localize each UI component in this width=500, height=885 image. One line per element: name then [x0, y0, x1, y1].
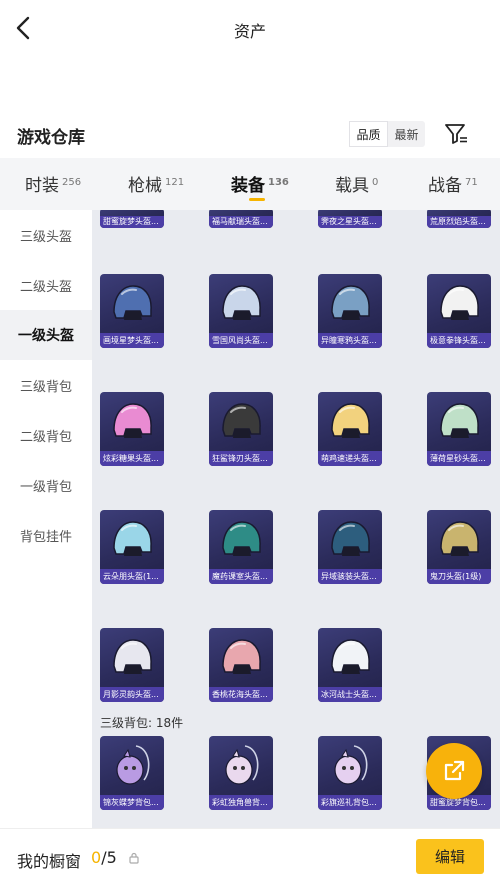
item-label: 月影灵韵头盔...: [100, 687, 164, 702]
sub-heading: 三级背包: 18件: [100, 716, 184, 730]
helmet-icon: [222, 403, 261, 438]
sidebar-item-level2-helmet[interactable]: 二级头盔: [0, 260, 92, 310]
item-card[interactable]: 冰河战士头盔...: [318, 628, 382, 702]
wardrobe-count: 0/5: [91, 848, 117, 867]
item-label: 冰河战士头盔...: [318, 687, 382, 702]
tab-guns[interactable]: 枪械 121: [128, 171, 184, 196]
helmet-icon: [440, 403, 479, 438]
sidebar-item-level3-helmet[interactable]: 三级头盔: [0, 210, 92, 260]
item-card[interactable]: 炫彩糖果头盔...: [100, 392, 164, 466]
share-icon: [444, 760, 465, 781]
item-card[interactable]: 彩虹独角兽背...: [209, 736, 273, 810]
section-title: 游戏仓库: [17, 128, 85, 148]
helmet-icon: [113, 639, 152, 674]
item-label: 画境星梦头盔...: [100, 333, 164, 348]
wardrobe-label: 我的橱窗: [17, 852, 82, 871]
tab-supplies[interactable]: 战备 71: [428, 171, 478, 196]
sort-by-quality[interactable]: 品质: [349, 121, 388, 147]
helmet-icon: [440, 285, 479, 320]
item-label: 荒原烈焰头盔...: [427, 216, 491, 228]
helmet-icon: [113, 403, 152, 438]
item-card[interactable]: 薄荷星砂头盔...: [427, 392, 491, 466]
item-card[interactable]: 香桃花海头盔...: [209, 628, 273, 702]
item-label: 异瞳寒鸦头盔...: [318, 333, 382, 348]
item-card[interactable]: 异瞳寒鸦头盔...: [318, 274, 382, 348]
item-card[interactable]: 鬼刀头盔(1级): [427, 510, 491, 584]
helmet-icon: [440, 521, 479, 556]
item-label: 甜蜜旋梦头盔...: [100, 216, 164, 228]
item-card[interactable]: 荒原烈焰头盔...: [427, 210, 491, 228]
sort-toggle: 品质 最新: [349, 121, 425, 147]
bottom-bar: 我的橱窗 0/5 编辑: [0, 828, 500, 885]
item-card[interactable]: 月影灵韵头盔...: [100, 628, 164, 702]
item-label: 薄荷星砂头盔...: [427, 451, 491, 466]
top-bar: 资产: [0, 0, 500, 60]
item-card[interactable]: 狂鲨锋刃头盔...: [209, 392, 273, 466]
sort-by-newest[interactable]: 最新: [388, 121, 425, 147]
filter-icon[interactable]: [443, 121, 469, 147]
sidebar-item-level1-backpack[interactable]: 一级背包: [0, 460, 92, 510]
sidebar-item-level1-helmet[interactable]: 一级头盔: [0, 310, 92, 360]
item-card[interactable]: 甜蜜旋梦头盔...: [100, 210, 164, 228]
item-label: 云朵朋头盔(1...: [100, 569, 164, 584]
helmet-icon: [222, 521, 261, 556]
item-label: 极意拳锋头盔...: [427, 333, 491, 348]
item-label: 锦灰蝶梦背包...: [100, 795, 164, 810]
item-label: 彩虹独角兽背...: [209, 795, 273, 810]
item-label: 萌鸡速递头盔...: [318, 451, 382, 466]
tab-fashion[interactable]: 时装 256: [25, 171, 81, 196]
item-card[interactable]: 画境星梦头盔...: [100, 274, 164, 348]
page-title: 资产: [233, 22, 266, 41]
item-grid: 甜蜜旋梦头盔... 福马献瑞头盔... 霁夜之星头盔... 荒原烈焰头盔... …: [92, 210, 500, 828]
helmet-icon: [331, 521, 370, 556]
category-tabs: 时装 256 枪械 121 装备 136 载具 0 战备 71: [0, 158, 500, 210]
item-card[interactable]: 极意拳锋头盔...: [427, 274, 491, 348]
item-card[interactable]: 锦灰蝶梦背包...: [100, 736, 164, 810]
backpack-icon: [116, 745, 150, 785]
backpack-icon: [334, 745, 368, 785]
sidebar-item-backpack-charm[interactable]: 背包挂件: [0, 510, 92, 560]
item-card[interactable]: 福马献瑞头盔...: [209, 210, 273, 228]
tab-equipment[interactable]: 装备 136: [231, 171, 289, 201]
item-card[interactable]: 云朵朋头盔(1...: [100, 510, 164, 584]
item-card[interactable]: 魔药课室头盔...: [209, 510, 273, 584]
item-label: 鬼刀头盔(1级): [427, 569, 491, 584]
helmet-icon: [222, 639, 261, 674]
item-label: 狂鲨锋刃头盔...: [209, 451, 273, 466]
helmet-icon: [113, 521, 152, 556]
backpack-icon: [225, 745, 259, 785]
helmet-icon: [331, 403, 370, 438]
helmet-icon: [113, 285, 152, 320]
helmet-icon: [222, 285, 261, 320]
edit-button[interactable]: 编辑: [416, 839, 484, 874]
item-label: 彩旗巡礼背包...: [318, 795, 382, 810]
item-card[interactable]: 彩旗巡礼背包...: [318, 736, 382, 810]
section-header: 游戏仓库 品质 最新: [0, 118, 500, 154]
sidebar-item-level2-backpack[interactable]: 二级背包: [0, 410, 92, 460]
item-label: 霁夜之星头盔...: [318, 216, 382, 228]
item-card[interactable]: 雪国风尚头盔...: [209, 274, 273, 348]
item-card[interactable]: 萌鸡速递头盔...: [318, 392, 382, 466]
helmet-icon: [331, 285, 370, 320]
sidebar-item-level3-backpack[interactable]: 三级背包: [0, 360, 92, 410]
lock-icon: [129, 852, 139, 864]
sidebar: 三级头盔 二级头盔 一级头盔 三级背包 二级背包 一级背包 背包挂件: [0, 210, 92, 828]
item-label: 异域骇装头盔...: [318, 569, 382, 584]
item-label: 福马献瑞头盔...: [209, 216, 273, 228]
item-label: 雪国风尚头盔...: [209, 333, 273, 348]
item-card[interactable]: 霁夜之星头盔...: [318, 210, 382, 228]
tab-vehicles[interactable]: 载具 0: [335, 171, 378, 196]
item-card[interactable]: 异域骇装头盔...: [318, 510, 382, 584]
share-fab[interactable]: [426, 743, 482, 799]
helmet-icon: [331, 639, 370, 674]
item-label: 香桃花海头盔...: [209, 687, 273, 702]
item-label: 炫彩糖果头盔...: [100, 451, 164, 466]
item-label: 魔药课室头盔...: [209, 569, 273, 584]
